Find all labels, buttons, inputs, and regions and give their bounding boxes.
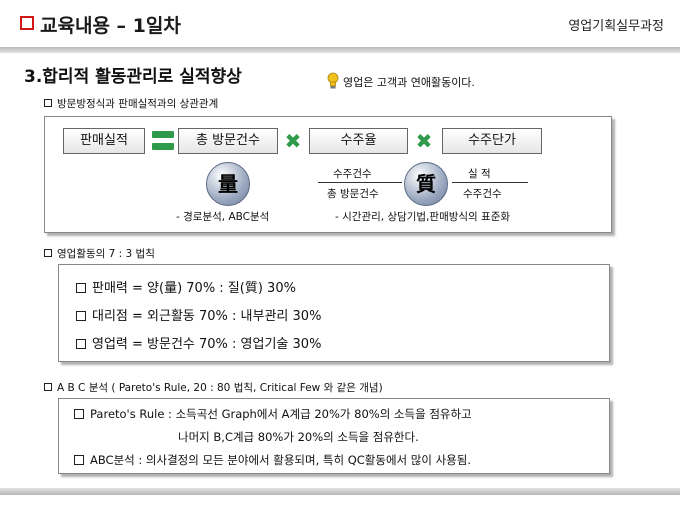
square-bullet-icon: [20, 16, 34, 30]
checkbox-icon: [76, 339, 86, 349]
section-title: 3.합리적 활동관리로 실적향상: [24, 67, 242, 87]
slide-title: 교육내용 – 1일차: [40, 15, 181, 37]
abc-line-2: 나머지 B,C계급 80%가 20%의 소득을 점유한다.: [178, 430, 419, 444]
abc-line-3-text: ABC분석 : 의사결정의 모든 분야에서 활용되며, 특히 QC활동에서 많이…: [90, 453, 471, 467]
checkbox-icon: [44, 249, 52, 257]
checkbox-icon: [74, 455, 84, 465]
abc-line-3: ABC분석 : 의사결정의 모든 분야에서 활용되며, 특히 QC활동에서 많이…: [74, 452, 471, 468]
rule-line-1: 판매력 = 양(量) 70% : 질(質) 30%: [76, 277, 296, 296]
fraction-denominator: 총 방문건수: [327, 188, 379, 200]
block2-heading-text: 영업활동의 7 : 3 법칙: [57, 248, 155, 260]
rule-line-3: 영업력 = 방문건수 70% : 영업기술 30%: [76, 333, 321, 352]
multiply-icon: ✖: [415, 129, 433, 153]
fraction-line: [318, 182, 402, 183]
checkbox-icon: [76, 283, 86, 293]
block3-heading: A B C 분석 ( Pareto's Rule, 20 : 80 법칙, Cr…: [44, 380, 383, 395]
quantity-note: - 경로분석, ABC분석: [176, 211, 270, 223]
formula-order-rate: 수주율: [309, 128, 408, 154]
slide-header: 교육내용 – 1일차 영업기획실무과정: [0, 0, 680, 47]
quality-note: - 시간관리, 상담기법,판매방식의 표준화: [335, 211, 511, 223]
block3-heading-text: A B C 분석 ( Pareto's Rule, 20 : 80 법칙, Cr…: [57, 382, 383, 394]
fraction-numerator: 수주건수: [333, 168, 372, 180]
block1-heading: 방문방정식과 판매실적과의 상관관계: [44, 96, 218, 111]
quality-numerator: 실 적: [468, 168, 491, 180]
checkbox-icon: [44, 99, 52, 107]
formula-unit-price: 수주단가: [442, 128, 542, 154]
rule-line-1-text: 판매력 = 양(量) 70% : 질(質) 30%: [92, 281, 296, 296]
footer-divider: [0, 488, 680, 495]
formula-sales: 판매실적: [63, 128, 145, 154]
multiply-icon: ✖: [284, 129, 302, 153]
checkbox-icon: [74, 409, 84, 419]
checkbox-icon: [44, 383, 52, 391]
equals-icon: [152, 131, 174, 151]
quality-denominator: 수주건수: [463, 188, 502, 200]
header-divider: [0, 47, 680, 53]
lightbulb-icon: [327, 72, 339, 89]
rule-line-2: 대리점 = 외근활동 70% : 내부관리 30%: [76, 305, 321, 324]
block2-heading: 영업활동의 7 : 3 법칙: [44, 246, 155, 261]
rule-line-3-text: 영업력 = 방문건수 70% : 영업기술 30%: [92, 337, 322, 352]
quantity-circle: 量: [206, 162, 250, 206]
abc-line-1: Pareto's Rule : 소득곡선 Graph에서 A계급 20%가 80…: [74, 406, 472, 422]
course-name: 영업기획실무과정: [568, 19, 664, 34]
abc-line-1-text: Pareto's Rule : 소득곡선 Graph에서 A계급 20%가 80…: [90, 407, 472, 421]
quality-circle: 質: [404, 162, 448, 206]
checkbox-icon: [76, 311, 86, 321]
quality-fraction-line: [452, 182, 528, 183]
rule-line-2-text: 대리점 = 외근활동 70% : 내부관리 30%: [92, 309, 322, 324]
section-note: 영업은 고객과 연애활동이다.: [343, 76, 475, 89]
block1-heading-text: 방문방정식과 판매실적과의 상관관계: [57, 98, 219, 110]
formula-visits: 총 방문건수: [178, 128, 278, 154]
